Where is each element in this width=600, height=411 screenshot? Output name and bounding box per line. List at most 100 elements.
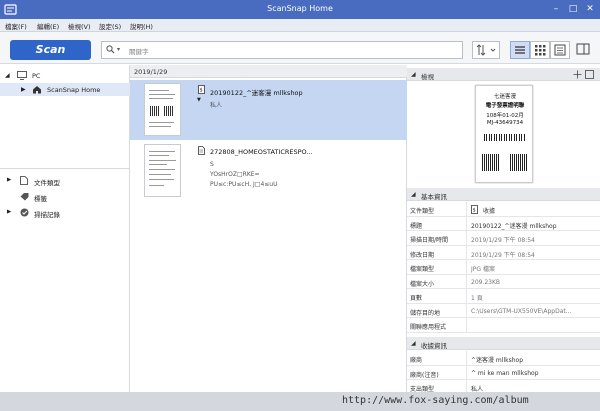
expand-preview-icon[interactable]	[585, 70, 594, 79]
expand-icon[interactable]: ▶	[21, 86, 26, 93]
watermark-url: http://www.fox-saying.com/album	[342, 395, 529, 406]
detail-view-icon	[554, 44, 566, 56]
property-value: 1 頁	[471, 295, 483, 302]
menu-help[interactable]: 說明(H)	[130, 21, 153, 31]
date-group-header: 2019/1/29	[130, 65, 407, 78]
item-detail-2: YOsHrOZ□RKE=	[210, 171, 260, 178]
receipt-line-3: 108年01-02月	[486, 113, 524, 119]
history-icon	[20, 208, 29, 217]
property-key: 關聯應用程式	[410, 324, 447, 331]
scan-button[interactable]: Scan	[10, 40, 91, 60]
receipt-info-header[interactable]: ◢ 收據資訊	[407, 337, 600, 350]
list-view-button[interactable]	[510, 41, 530, 59]
menu-view[interactable]: 檢視(V)	[68, 21, 91, 31]
property-key: 頁數	[410, 295, 423, 302]
filter-label-scan-history: 掃描記錄	[34, 211, 60, 219]
item-tag: 私人	[210, 102, 223, 109]
property-row: 廠商 ^迷客漫 mllkshop	[407, 351, 600, 366]
property-row: 廠商(注音) ^ mi ke man mllkshop	[407, 365, 600, 380]
property-value: 2019/1/29 下午 08:54	[471, 251, 535, 259]
menu-file[interactable]: 檔案(F)	[5, 21, 27, 31]
property-key: 文件類型	[410, 208, 435, 215]
sort-button[interactable]	[472, 41, 500, 59]
preview-header-label: 檢視	[421, 73, 434, 81]
document-icon	[198, 146, 205, 155]
property-value[interactable]: 20190122_^迷客漫 mllkshop	[471, 221, 597, 230]
grid-view-icon	[535, 45, 546, 56]
property-value[interactable]: ^ mi ke man mllkshop	[471, 370, 597, 377]
panel-toggle-button[interactable]	[575, 41, 592, 59]
basic-info-header[interactable]: ◢ 基本資訊	[407, 188, 600, 201]
search-input[interactable]: ▾ 關鍵字	[101, 41, 463, 59]
search-placeholder: 關鍵字	[129, 48, 149, 56]
computer-icon	[17, 71, 27, 80]
collapse-icon[interactable]: ◢	[5, 72, 10, 79]
list-item[interactable]: 272808_HOMEOSTATICRESPO... S YOsHrOZ□RKE…	[130, 141, 407, 201]
menu-bar: 檔案(F) 編輯(E) 檢視(V) 設定(S) 說明(H)	[0, 19, 600, 32]
item-title: 272808_HOMEOSTATICRESPO...	[210, 148, 313, 156]
receipt-icon: $	[471, 205, 478, 214]
property-key: 廠商(注音)	[410, 371, 439, 379]
minimize-button[interactable]: –	[548, 2, 564, 16]
property-value[interactable]: ^迷客漫 mllkshop	[471, 355, 597, 364]
property-key: 修改日期	[410, 251, 435, 259]
property-value: JPG 檔案	[471, 266, 495, 273]
property-value: C:\Users\GTM-UX550VE\AppDat...	[471, 307, 572, 315]
list-item[interactable]: $ ▼ 20190122_^迷客漫 mllkshop 私人	[130, 80, 407, 140]
property-row: 頁數 1 頁	[407, 289, 600, 304]
preview-header[interactable]: ◢ 檢視	[407, 68, 600, 81]
tag-icon	[20, 193, 29, 201]
tree-item-pc[interactable]: ◢ PC	[0, 69, 130, 82]
document-preview: 七迷客漫 電子發票證明聯 108年01-02月 MJ-43649734	[475, 85, 533, 183]
property-value[interactable]: 收據	[483, 206, 600, 215]
collapse-icon[interactable]: ◢	[411, 191, 416, 198]
close-button[interactable]: ✕	[582, 2, 598, 16]
filter-tags[interactable]: 標籤	[0, 190, 130, 203]
property-row: 掃描日期/時間 2019/1/29 下午 08:54	[407, 231, 600, 246]
document-thumbnail	[144, 144, 181, 197]
tree-item-scansnap-home[interactable]: ▶ ScanSnap Home	[0, 83, 130, 96]
search-icon	[106, 45, 115, 54]
maximize-button[interactable]: □	[565, 2, 581, 16]
menu-settings[interactable]: 設定(S)	[99, 21, 121, 31]
receipt-line-2: 電子發票證明聯	[485, 103, 525, 109]
receipt-info-header-label: 收據資訊	[421, 342, 447, 350]
collapse-icon[interactable]: ◢	[411, 71, 416, 78]
window-title: ScanSnap Home	[267, 4, 333, 13]
item-detail-3: PU≤c:PU≤cH, J□4≤uU	[210, 181, 278, 188]
property-row: 修改日期 2019/1/29 下午 08:54	[407, 245, 600, 260]
property-key: 檔案大小	[410, 280, 435, 288]
document-icon	[20, 176, 28, 185]
dropdown-icon[interactable]: ▼	[197, 97, 201, 103]
grid-view-button[interactable]	[530, 41, 550, 59]
properties-pane: ◢ 檢視 七迷客漫 電子發票證明聯 108年01-02月 MJ-43649734…	[407, 65, 600, 395]
home-icon	[33, 86, 41, 94]
property-row: 關聯應用程式	[407, 318, 600, 333]
tree-label-pc: PC	[32, 72, 41, 80]
pane-divider	[0, 168, 130, 169]
property-value: 209.23KB	[471, 278, 501, 286]
document-thumbnail	[144, 83, 181, 136]
basic-info-header-label: 基本資訊	[421, 193, 447, 201]
property-key: 掃描日期/時間	[410, 237, 449, 244]
property-value: 2019/1/29 下午 08:54	[471, 237, 535, 244]
receipt-line-1: 七迷客漫	[493, 94, 516, 100]
expand-icon[interactable]: ▶	[7, 209, 11, 215]
menu-edit[interactable]: 編輯(E)	[37, 21, 59, 31]
qr-code-right	[510, 154, 527, 171]
property-row: 檔案類型 JPG 檔案	[407, 260, 600, 275]
property-row: 文件類型 $ 收據	[407, 202, 600, 217]
property-key: 廠商	[410, 357, 423, 364]
toolbar: Scan ▾ 關鍵字	[0, 32, 600, 64]
expand-icon[interactable]: ▶	[7, 177, 11, 183]
filter-scan-history[interactable]: ▶ 掃描記錄	[0, 206, 130, 219]
property-key: 檔案類型	[410, 266, 435, 273]
receipt-icon: $	[198, 85, 205, 94]
move-icon[interactable]	[573, 70, 582, 79]
filter-doc-type[interactable]: ▶ 文件類型	[0, 174, 130, 187]
search-dropdown-icon[interactable]: ▾	[117, 46, 120, 53]
property-key: 標題	[410, 222, 423, 230]
item-title: 20190122_^迷客漫 mllkshop	[210, 89, 303, 97]
detail-view-button[interactable]	[550, 41, 570, 59]
collapse-icon[interactable]: ◢	[411, 340, 416, 347]
